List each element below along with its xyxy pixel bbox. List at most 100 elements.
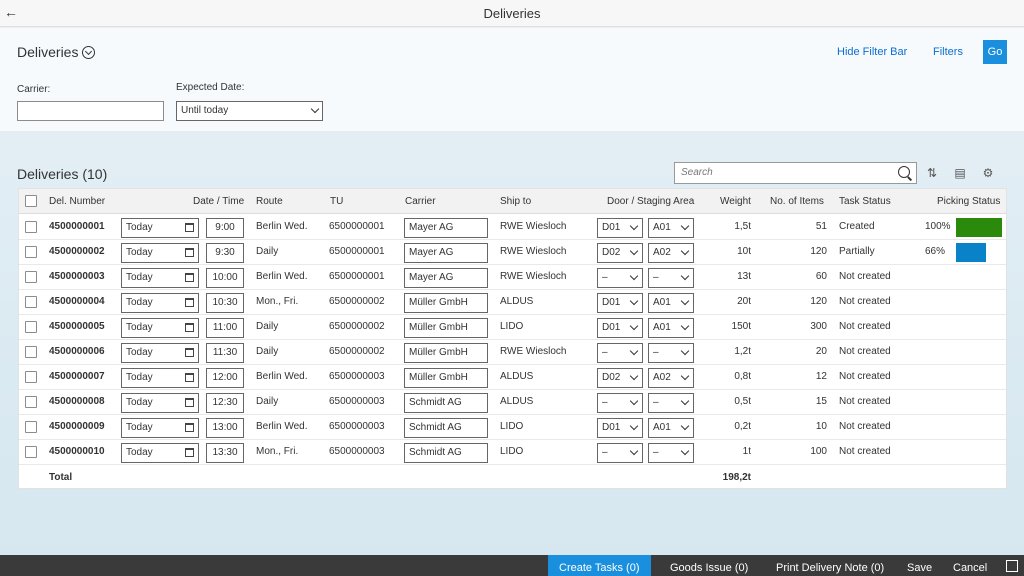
calendar-icon[interactable] (185, 373, 194, 383)
carrier-field[interactable]: Mayer AG (404, 243, 488, 264)
carrier-field[interactable]: Müller GmbH (404, 293, 488, 314)
delivery-number[interactable]: 4500000002 (49, 246, 105, 257)
carrier-field[interactable]: Schmidt AG (404, 418, 488, 439)
delivery-number[interactable]: 4500000005 (49, 321, 105, 332)
cancel-button[interactable]: Cancel (953, 555, 987, 576)
goods-issue-button[interactable]: Goods Issue (0) (670, 555, 748, 576)
staging-area-select[interactable]: A02 (648, 368, 694, 389)
col-carrier[interactable]: Carrier (405, 196, 436, 207)
carrier-field[interactable]: Mayer AG (404, 218, 488, 238)
date-input[interactable]: Today (121, 443, 199, 464)
sort-icon[interactable]: ⇅ (925, 166, 939, 180)
delivery-number[interactable]: 4500000006 (49, 346, 105, 357)
door-select[interactable]: D01 (597, 293, 643, 314)
carrier-field[interactable]: Müller GmbH (404, 343, 488, 364)
col-task-status[interactable]: Task Status (839, 196, 891, 207)
staging-area-select[interactable]: – (648, 343, 694, 364)
table-row[interactable]: 4500000009 Today 13:00 Berlin Wed. 650000000… (19, 415, 1006, 441)
row-checkbox[interactable] (25, 396, 37, 409)
carrier-field[interactable]: Mayer AG (404, 268, 488, 289)
delivery-number[interactable]: 4500000003 (49, 271, 105, 282)
table-row[interactable]: 4500000003 Today 10:00 Berlin Wed. 650000000… (19, 265, 1006, 291)
row-checkbox[interactable] (25, 446, 37, 459)
date-input[interactable]: Today (121, 268, 199, 289)
calendar-icon[interactable] (185, 273, 194, 283)
door-select[interactable]: D02 (597, 243, 643, 264)
save-button[interactable]: Save (907, 555, 932, 576)
hide-filter-bar-link[interactable]: Hide Filter Bar (837, 46, 907, 58)
col-date-time[interactable]: Date / Time (193, 196, 244, 207)
staging-area-select[interactable]: – (648, 268, 694, 289)
door-select[interactable]: – (597, 393, 643, 414)
calendar-icon[interactable] (185, 448, 194, 458)
date-input[interactable]: Today (121, 393, 199, 414)
row-checkbox[interactable] (25, 371, 37, 384)
group-icon[interactable]: ▤ (953, 166, 967, 180)
door-select[interactable]: – (597, 268, 643, 289)
time-input[interactable]: 13:00 (206, 418, 244, 439)
date-input[interactable]: Today (121, 343, 199, 364)
create-tasks-button[interactable]: Create Tasks (0) (548, 555, 651, 576)
time-input[interactable]: 12:30 (206, 393, 244, 414)
delivery-number[interactable]: 4500000001 (49, 221, 105, 232)
time-input[interactable]: 9:00 (206, 218, 244, 238)
carrier-field[interactable]: Müller GmbH (404, 368, 488, 389)
table-row[interactable]: 4500000010 Today 13:30 Mon., Fri. 6500000003… (19, 440, 1006, 466)
time-input[interactable]: 11:30 (206, 343, 244, 364)
door-select[interactable]: D02 (597, 368, 643, 389)
staging-area-select[interactable]: – (648, 393, 694, 414)
row-checkbox[interactable] (25, 346, 37, 359)
col-del-number[interactable]: Del. Number (49, 196, 105, 207)
variant-selector[interactable]: Deliveries (17, 44, 96, 60)
delivery-number[interactable]: 4500000007 (49, 371, 105, 382)
time-input[interactable]: 13:30 (206, 443, 244, 464)
calendar-icon[interactable] (185, 323, 194, 333)
carrier-input[interactable] (17, 101, 164, 121)
door-select[interactable]: – (597, 443, 643, 464)
door-select[interactable]: D01 (597, 218, 643, 238)
staging-area-select[interactable]: – (648, 443, 694, 464)
share-icon[interactable] (1006, 560, 1018, 572)
staging-area-select[interactable]: A01 (648, 418, 694, 439)
time-input[interactable]: 10:00 (206, 268, 244, 289)
row-checkbox[interactable] (25, 246, 37, 259)
col-route[interactable]: Route (256, 196, 283, 207)
row-checkbox[interactable] (25, 421, 37, 434)
row-checkbox[interactable] (25, 271, 37, 284)
filters-link[interactable]: Filters (933, 46, 963, 58)
time-input[interactable]: 11:00 (206, 318, 244, 339)
search-icon[interactable] (898, 166, 910, 178)
date-input[interactable]: Today (121, 418, 199, 439)
staging-area-select[interactable]: A02 (648, 243, 694, 264)
calendar-icon[interactable] (185, 348, 194, 358)
time-input[interactable]: 12:00 (206, 368, 244, 389)
table-row[interactable]: 4500000005 Today 11:00 Daily 6500000002 Mülle… (19, 315, 1006, 341)
search-input[interactable]: Search (674, 162, 917, 184)
col-ship-to[interactable]: Ship to (500, 196, 531, 207)
staging-area-select[interactable]: A01 (648, 218, 694, 238)
carrier-field[interactable]: Schmidt AG (404, 393, 488, 414)
table-row[interactable]: 4500000001 Today 9:00 Berlin Wed. 6500000001… (19, 215, 1006, 240)
row-checkbox[interactable] (25, 321, 37, 334)
staging-area-select[interactable]: A01 (648, 293, 694, 314)
print-delivery-note-button[interactable]: Print Delivery Note (0) (776, 555, 884, 576)
row-checkbox[interactable] (25, 296, 37, 309)
calendar-icon[interactable] (185, 248, 194, 258)
row-checkbox[interactable] (25, 221, 37, 233)
delivery-number[interactable]: 4500000009 (49, 421, 105, 432)
calendar-icon[interactable] (185, 423, 194, 433)
col-items[interactable]: No. of Items (770, 196, 824, 207)
time-input[interactable]: 10:30 (206, 293, 244, 314)
date-input[interactable]: Today (121, 293, 199, 314)
chevron-down-icon[interactable] (82, 45, 96, 59)
delivery-number[interactable]: 4500000008 (49, 396, 105, 407)
staging-area-select[interactable]: A01 (648, 318, 694, 339)
select-all-checkbox[interactable] (25, 195, 37, 207)
door-select[interactable]: D01 (597, 318, 643, 339)
time-input[interactable]: 9:30 (206, 243, 244, 264)
gear-icon[interactable]: ⚙ (981, 166, 995, 180)
door-select[interactable]: D01 (597, 418, 643, 439)
door-select[interactable]: – (597, 343, 643, 364)
table-row[interactable]: 4500000006 Today 11:30 Daily 6500000002 Mülle… (19, 340, 1006, 366)
carrier-field[interactable]: Müller GmbH (404, 318, 488, 339)
